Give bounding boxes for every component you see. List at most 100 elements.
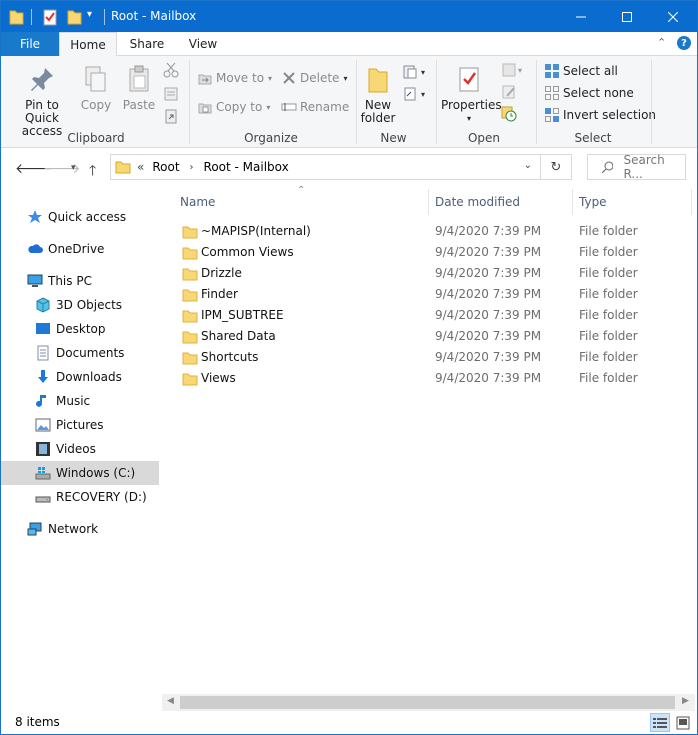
close-button[interactable] <box>650 1 696 32</box>
rename-icon <box>281 103 297 111</box>
maximize-button[interactable] <box>604 1 650 32</box>
properties-button[interactable]: Properties ▾ <box>441 64 502 125</box>
navigation-pane: Quick access OneDrive This PC 3D Objects… <box>1 187 161 707</box>
paste-button[interactable]: Paste <box>121 64 157 112</box>
breadcrumb-overflow[interactable]: « <box>137 160 144 174</box>
column-header-type[interactable]: Type <box>573 187 691 217</box>
refresh-icon: ↻ <box>550 159 562 175</box>
pin-to-quick-access-button[interactable]: Pin to Quick access <box>7 64 77 138</box>
paste-icon <box>129 65 149 92</box>
table-row[interactable]: Shortcuts 9/4/2020 7:39 PM File folder <box>174 347 694 368</box>
horizontal-scrollbar-thumb[interactable] <box>180 696 675 709</box>
address-dropdown-chevron-icon[interactable]: ⌄ <box>524 160 532 171</box>
collapse-ribbon-icon[interactable]: ⌃ <box>657 36 666 49</box>
nav-item-this-pc[interactable]: This PC <box>1 269 159 293</box>
folder-icon <box>115 161 131 174</box>
copy-to-icon <box>198 103 212 114</box>
invert-selection-icon <box>545 108 559 122</box>
column-header-name[interactable]: Name <box>174 187 428 217</box>
file-list: ⌃ Name Date modified Type ~MAPISP(Intern… <box>162 185 697 697</box>
nav-item-onedrive[interactable]: OneDrive <box>1 237 159 261</box>
new-group-label: New <box>380 131 407 145</box>
invert-selection-button[interactable]: Invert selection <box>544 107 656 123</box>
copy-button[interactable]: Copy <box>79 64 113 112</box>
properties-quick-icon[interactable] <box>41 7 59 27</box>
table-row[interactable]: Shared Data 9/4/2020 7:39 PM File folder <box>174 326 694 347</box>
nav-item-windows-c[interactable]: Windows (C:) <box>1 461 159 485</box>
nav-item-network[interactable]: Network <box>1 517 159 541</box>
scroll-right-arrow-icon[interactable]: ▶ <box>682 696 689 706</box>
nav-item-3d-objects[interactable]: 3D Objects <box>1 293 159 317</box>
svg-text:▾: ▾ <box>518 66 522 75</box>
new-item-icon[interactable]: ▾ <box>403 64 429 83</box>
delete-icon <box>283 72 295 84</box>
new-folder-quick-icon[interactable] <box>65 7 83 27</box>
new-folder-icon <box>368 68 388 93</box>
organize-group-label: Organize <box>244 131 298 145</box>
new-folder-button[interactable]: New folder <box>359 64 397 125</box>
folder-icon <box>7 7 25 27</box>
address-bar[interactable]: « Root › Root - Mailbox ⌄ <box>110 154 541 180</box>
desktop-icon <box>36 323 50 334</box>
minimize-button[interactable] <box>558 1 604 32</box>
table-row[interactable]: Finder 9/4/2020 7:39 PM File folder <box>174 284 694 305</box>
copy-path-icon[interactable] <box>163 86 179 105</box>
status-bar: 8 items <box>1 712 697 734</box>
easy-access-icon[interactable]: ▾ <box>403 86 429 105</box>
nav-item-pictures[interactable]: Pictures <box>1 413 159 437</box>
copy-to-button[interactable]: Copy to ▾ <box>197 99 270 115</box>
select-none-button[interactable]: Select none <box>544 85 634 101</box>
nav-item-documents[interactable]: Documents <box>1 341 159 365</box>
vertical-scrollbar[interactable] <box>692 187 697 694</box>
drive-icon <box>35 496 51 503</box>
window-title: Root - Mailbox <box>111 9 197 23</box>
table-row[interactable]: Drizzle 9/4/2020 7:39 PM File folder <box>174 263 694 284</box>
paste-shortcut-icon[interactable] <box>163 108 179 127</box>
tab-home[interactable]: Home <box>59 32 117 57</box>
cut-icon[interactable] <box>163 62 179 81</box>
nav-item-videos[interactable]: Videos <box>1 437 159 461</box>
horizontal-scrollbar[interactable]: ◀ ▶ <box>162 694 695 711</box>
breadcrumb-root[interactable]: Root <box>152 160 179 174</box>
breadcrumb-root-mailbox[interactable]: Root - Mailbox <box>204 160 289 174</box>
folder-icon <box>182 373 198 386</box>
history-icon[interactable] <box>501 106 517 125</box>
select-all-button[interactable]: Select all <box>544 63 618 79</box>
nav-item-desktop[interactable]: Desktop <box>1 317 159 341</box>
edit-icon[interactable] <box>501 84 517 103</box>
table-row[interactable]: Common Views 9/4/2020 7:39 PM File folde… <box>174 242 694 263</box>
tab-share[interactable]: Share <box>119 32 175 56</box>
table-row[interactable]: Views 9/4/2020 7:39 PM File folder <box>174 368 694 389</box>
scroll-left-arrow-icon[interactable]: ◀ <box>167 696 174 706</box>
nav-item-quick-access[interactable]: Quick access <box>1 205 159 229</box>
large-icons-view-icon[interactable] <box>674 715 692 731</box>
copy-icon <box>85 66 106 92</box>
network-icon <box>27 522 42 536</box>
folder-icon <box>182 226 198 239</box>
recent-locations-chevron-icon[interactable]: ▾ <box>71 163 76 173</box>
open-icon[interactable]: ▾ <box>501 62 527 81</box>
search-box[interactable]: Search R... <box>587 153 686 181</box>
nav-item-recovery-d[interactable]: RECOVERY (D:) <box>1 485 159 509</box>
rename-button[interactable]: Rename <box>281 99 349 115</box>
help-icon[interactable]: ? <box>677 36 691 50</box>
tab-file[interactable]: File <box>1 32 59 56</box>
svg-text:▾: ▾ <box>421 90 425 99</box>
select-all-icon <box>545 64 559 78</box>
pin-icon <box>31 68 53 91</box>
details-view-icon[interactable] <box>650 713 670 732</box>
delete-button[interactable]: Delete ▾ <box>281 70 347 86</box>
tab-view[interactable]: View <box>177 32 229 56</box>
up-arrow-icon[interactable]: 🡑 <box>89 160 96 184</box>
film-icon <box>36 442 50 456</box>
column-header-date-modified[interactable]: Date modified <box>429 187 572 217</box>
move-to-button[interactable]: Move to ▾ <box>197 70 272 86</box>
table-row[interactable]: IPM_SUBTREE 9/4/2020 7:39 PM File folder <box>174 305 694 326</box>
customize-quick-access-icon[interactable]: ▾ <box>87 9 105 29</box>
breadcrumb-separator-icon[interactable]: › <box>190 162 194 173</box>
nav-item-music[interactable]: Music <box>1 389 159 413</box>
table-row[interactable]: ~MAPISP(Internal) 9/4/2020 7:39 PM File … <box>174 221 694 242</box>
nav-item-downloads[interactable]: Downloads <box>1 365 159 389</box>
refresh-button[interactable]: ↻ <box>541 154 572 180</box>
folder-icon <box>182 352 198 365</box>
